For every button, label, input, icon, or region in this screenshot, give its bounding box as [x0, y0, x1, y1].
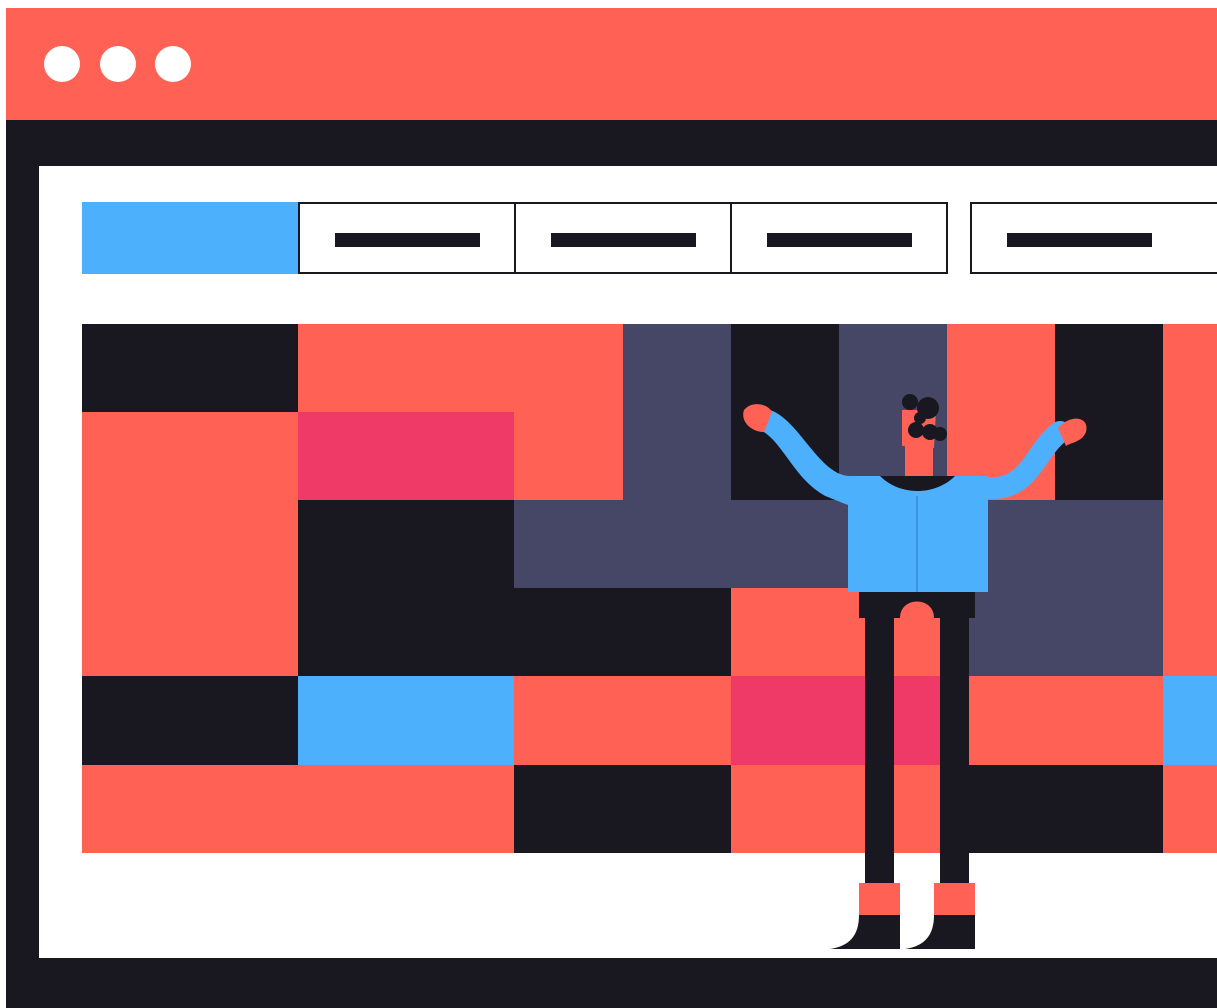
left-leg	[865, 612, 894, 884]
right-sock	[934, 883, 975, 915]
left-sock	[859, 883, 900, 915]
right-shoe	[905, 915, 975, 949]
person-illustration	[743, 394, 1087, 949]
left-shoe	[830, 915, 900, 949]
right-leg	[940, 612, 969, 884]
left-arm-outline	[749, 407, 861, 505]
right-arm-outline	[979, 421, 1071, 499]
